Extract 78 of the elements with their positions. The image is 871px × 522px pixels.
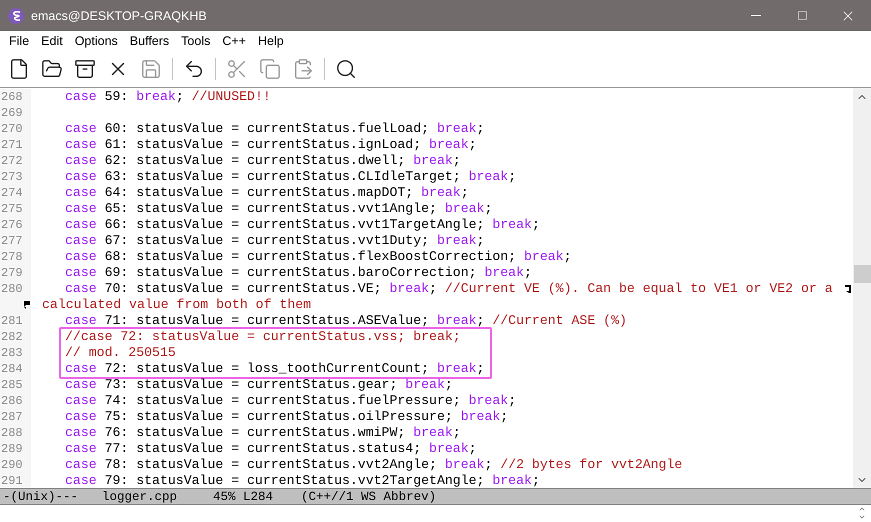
paste-icon	[292, 58, 314, 80]
line-number: 274	[0, 185, 31, 201]
line-number: 270	[0, 121, 31, 137]
save-icon	[140, 58, 162, 80]
code-line: case 75: statusValue = currentStatus.oilPressure; break;	[64, 409, 508, 425]
line-number: 269	[0, 105, 31, 121]
code-line: // mod. 250515	[65, 345, 176, 361]
code-line: case 71: statusValue = currentStatus.ASEValue; break; //Current ASE (%)	[64, 313, 627, 329]
line-number: 271	[0, 137, 31, 153]
code-line: case 79: statusValue = currentStatus.vvt2TargetAngle; break;	[64, 473, 540, 488]
code-line: case 74: statusValue = currentStatus.fuelPressure; break;	[64, 393, 516, 409]
search-icon	[335, 58, 357, 80]
line-number: 280	[0, 281, 31, 297]
wrap-arrow-icon	[23, 300, 31, 310]
line-number: 288	[0, 425, 31, 441]
scroll-up-icon[interactable]	[858, 505, 866, 513]
cabinet-icon	[74, 58, 96, 80]
code-line: case 61: statusValue = currentStatus.ignLoad; break;	[64, 137, 477, 153]
line-number: 287	[0, 409, 31, 425]
code-line: case 65: statusValue = currentStatus.vvt1Angle; break;	[64, 201, 492, 217]
folder-icon	[41, 58, 63, 80]
line-number: 284	[0, 361, 31, 377]
code-line: case 72: statusValue = loss_toothCurrentCount; break;	[65, 361, 484, 377]
line-number: 268	[0, 89, 31, 105]
code-line: case 59: break; //UNUSED!!	[64, 89, 271, 105]
line-number: 277	[0, 233, 31, 249]
code-line: case 63: statusValue = currentStatus.CLIdleTarget; break;	[64, 169, 516, 185]
code-line: case 78: statusValue = currentStatus.vvt2Angle; break; //2 bytes for vvt2Angle	[64, 457, 682, 473]
code-line: case 70: statusValue = currentStatus.VE; break; //Current VE (%). Can be equal to VE1 or VE2 or a	[64, 281, 833, 297]
major-mode: (C++//1 WS Abbrev)	[301, 490, 436, 504]
scissors-icon	[226, 58, 248, 80]
line-number: 286	[0, 393, 31, 409]
code-line: case 67: statusValue = currentStatus.vvt1Duty; break;	[64, 233, 484, 249]
code-line: case 69: statusValue = currentStatus.baroCorrection; break;	[64, 265, 532, 281]
code-line: case 66: statusValue = currentStatus.vvt1TargetAngle; break;	[64, 217, 540, 233]
maximize-icon	[796, 10, 808, 21]
menu-item[interactable]: Buffers	[124, 34, 176, 48]
menu-item[interactable]: Help	[252, 34, 290, 48]
scrollbar[interactable]	[853, 88, 871, 488]
scroll-thumb[interactable]	[854, 265, 870, 283]
copy-icon	[259, 58, 281, 80]
buffer-position: 45% L284	[213, 490, 274, 504]
line-number: 278	[0, 249, 31, 265]
code-line: case 77: statusValue = currentStatus.status4; break;	[64, 441, 477, 457]
new-file-icon	[8, 58, 30, 80]
line-number: 291	[0, 473, 31, 488]
scroll-down-icon[interactable]	[858, 513, 866, 521]
line-number: 285	[0, 377, 31, 393]
line-number: 282	[0, 329, 31, 345]
code-line: calculated value from both of them	[41, 297, 312, 313]
menu-item[interactable]: Options	[68, 34, 124, 48]
line-number: 272	[0, 153, 31, 169]
code-line: case 68: statusValue = currentStatus.flexBoostCorrection; break;	[64, 249, 572, 265]
code-line: case 62: statusValue = currentStatus.dwell; break;	[64, 153, 461, 169]
code-line: case 64: statusValue = currentStatus.mapDOT; break;	[64, 185, 469, 201]
code-line: case 76: statusValue = currentStatus.wmiPW; break;	[64, 425, 461, 441]
menu-item[interactable]: Tools	[175, 34, 216, 48]
code-line: case 73: statusValue = currentStatus.gear; break;	[64, 377, 453, 393]
minimize-icon	[751, 15, 761, 16]
code-editor[interactable]	[0, 88, 853, 488]
mode-line-status: -(Unix)---	[3, 490, 78, 504]
undo-icon	[183, 58, 205, 80]
line-number: 281	[0, 313, 31, 329]
menu-item[interactable]: C++	[216, 34, 252, 48]
line-number: 276	[0, 217, 31, 233]
line-number: 290	[0, 457, 31, 473]
code-line: //case 72: statusValue = currentStatus.vss; break;	[65, 329, 461, 345]
line-number: 279	[0, 265, 31, 281]
emacs-logo-icon	[8, 8, 24, 24]
window-title: emacs@DESKTOP-GRAQKHB	[31, 8, 208, 22]
menu-item[interactable]: Edit	[35, 34, 69, 48]
line-number: 289	[0, 441, 31, 457]
menu-item[interactable]: File	[3, 34, 36, 48]
line-number: 275	[0, 201, 31, 217]
line-number: 283	[0, 345, 31, 361]
buffer-name: logger.cpp	[102, 490, 178, 504]
code-line: case 60: statusValue = currentStatus.fuelLoad; break;	[64, 121, 484, 137]
line-number: 273	[0, 169, 31, 185]
